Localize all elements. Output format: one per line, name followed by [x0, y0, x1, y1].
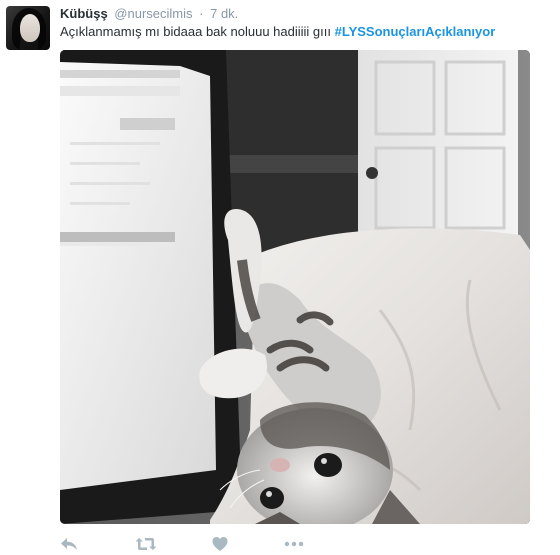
- separator-dot: ·: [199, 6, 204, 21]
- more-icon[interactable]: [284, 535, 304, 553]
- avatar[interactable]: [6, 6, 50, 50]
- author-name[interactable]: Kübüşş: [60, 6, 108, 21]
- tweet[interactable]: Kübüşş @nursecilmis · 7 dk. Açıklanmamış…: [0, 0, 560, 555]
- author-handle[interactable]: @nursecilmis: [114, 6, 192, 21]
- kitten-photo: [60, 50, 530, 524]
- kitten-eye-right: [260, 487, 284, 509]
- tweet-body: Açıklanmamış mı bidaaa bak noluuu hadiii…: [60, 24, 331, 39]
- avatar-face: [20, 14, 40, 42]
- timestamp[interactable]: 7 dk.: [210, 6, 238, 21]
- media-photo[interactable]: [60, 50, 530, 524]
- kitten-eye-left: [314, 453, 342, 477]
- like-icon[interactable]: [211, 535, 229, 553]
- tweet-header: Kübüşş @nursecilmis · 7 dk.: [60, 6, 238, 22]
- kitten-nose: [270, 458, 290, 472]
- tweet-text: Açıklanmamış mı bidaaa bak noluuu hadiii…: [60, 24, 495, 40]
- reply-icon[interactable]: [60, 535, 78, 553]
- retweet-icon[interactable]: [135, 535, 157, 553]
- hashtag-link[interactable]: #LYSSonuçlarıAçıklanıyor: [335, 24, 496, 39]
